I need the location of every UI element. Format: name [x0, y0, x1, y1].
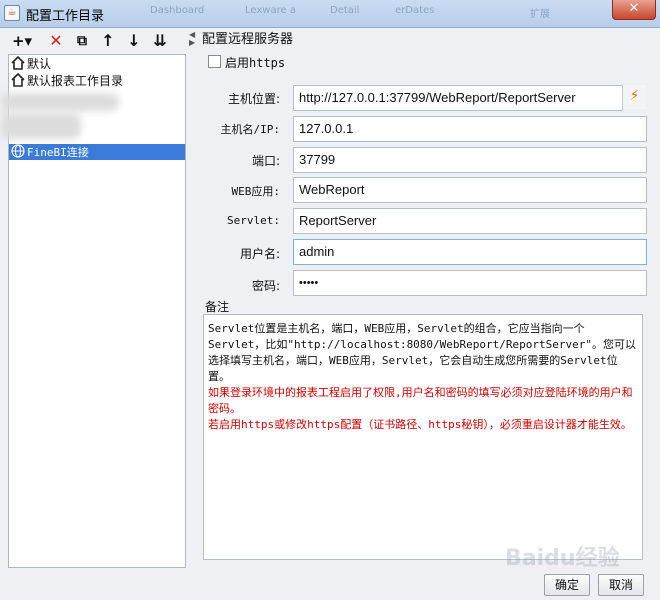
- port-label: 端口:: [251, 154, 280, 168]
- delete-button[interactable]: ✕: [46, 31, 66, 51]
- username-field[interactable]: admin: [293, 239, 647, 265]
- https-checkbox[interactable]: [208, 55, 221, 68]
- watermark: Baidu经验: [505, 546, 620, 571]
- move-down-button[interactable]: ↓: [124, 31, 144, 51]
- window-title: 配置工作目录: [26, 9, 105, 24]
- https-label: 启用https: [225, 56, 286, 70]
- host-label: 主机位置:: [227, 92, 280, 106]
- window-close-button[interactable]: ✕: [612, 0, 656, 20]
- password-field[interactable]: •••••: [293, 270, 647, 296]
- tree-item-label: 默认: [27, 57, 52, 71]
- ghost-tab: 扩展: [530, 9, 550, 20]
- ghost-tab: Lexware a: [245, 5, 296, 16]
- servlet-field[interactable]: ReportServer: [293, 208, 647, 234]
- tree-item-label: 默认报表工作目录: [27, 74, 124, 88]
- add-dropdown-button[interactable]: +▾: [8, 31, 36, 51]
- ok-button[interactable]: 确定: [544, 574, 590, 596]
- home-icon: [11, 56, 25, 70]
- password-label: 密码:: [251, 279, 280, 293]
- username-label: 用户名:: [239, 247, 280, 261]
- hostname-label: 主机名/IP:: [220, 123, 281, 136]
- splitter-arrows-icon[interactable]: ◀ ▶: [189, 31, 195, 47]
- notes-title: 备注: [205, 300, 230, 314]
- java-app-icon: ☕: [4, 5, 20, 21]
- group-title: 配置远程服务器: [202, 32, 294, 47]
- webapp-label: WEB应用:: [231, 185, 281, 198]
- servlet-label: Servlet:: [227, 214, 280, 227]
- tree-item[interactable]: 默认报表工作目录: [11, 73, 123, 89]
- move-up-button[interactable]: ↑: [98, 31, 118, 51]
- title-bar: ☕ 配置工作目录 Dashboard Lexware a Detail erDa…: [0, 0, 660, 28]
- webapp-field[interactable]: WebReport: [293, 177, 647, 203]
- browse-icon[interactable]: ⚡: [622, 85, 646, 109]
- notes-warning-https: 若启用https或修改https配置（证书路径、https秘钥），必须重启设计器…: [208, 418, 632, 431]
- hostname-field[interactable]: 127.0.0.1: [293, 116, 647, 142]
- tree-item[interactable]: 默认: [11, 56, 51, 72]
- port-field[interactable]: 37799: [293, 147, 647, 173]
- tree-toolbar: +▾ ✕ ⧉ ↑ ↓ ⇊: [8, 31, 188, 51]
- notes-text: Servlet位置是主机名，端口，WEB应用，Servlet的组合，它应当指向一…: [208, 322, 636, 383]
- ghost-tab: erDates: [395, 5, 435, 16]
- copy-button[interactable]: ⧉: [72, 31, 92, 51]
- splitter[interactable]: [188, 28, 196, 568]
- home-icon: [11, 73, 25, 87]
- export-button[interactable]: ⇊: [150, 31, 170, 51]
- ghost-tab: Detail: [330, 5, 360, 16]
- ghost-tab: Dashboard: [150, 5, 205, 16]
- notes-warning-permission: 如果登录环境中的报表工程启用了权限,用户名和密码的填写必须对应登陆环境的用户和密…: [208, 386, 633, 415]
- host-url-field[interactable]: http://127.0.0.1:37799/WebReport/ReportS…: [293, 85, 623, 111]
- notes-area: Servlet位置是主机名，端口，WEB应用，Servlet的组合，它应当指向一…: [203, 314, 643, 560]
- cancel-button[interactable]: 取消: [598, 574, 644, 596]
